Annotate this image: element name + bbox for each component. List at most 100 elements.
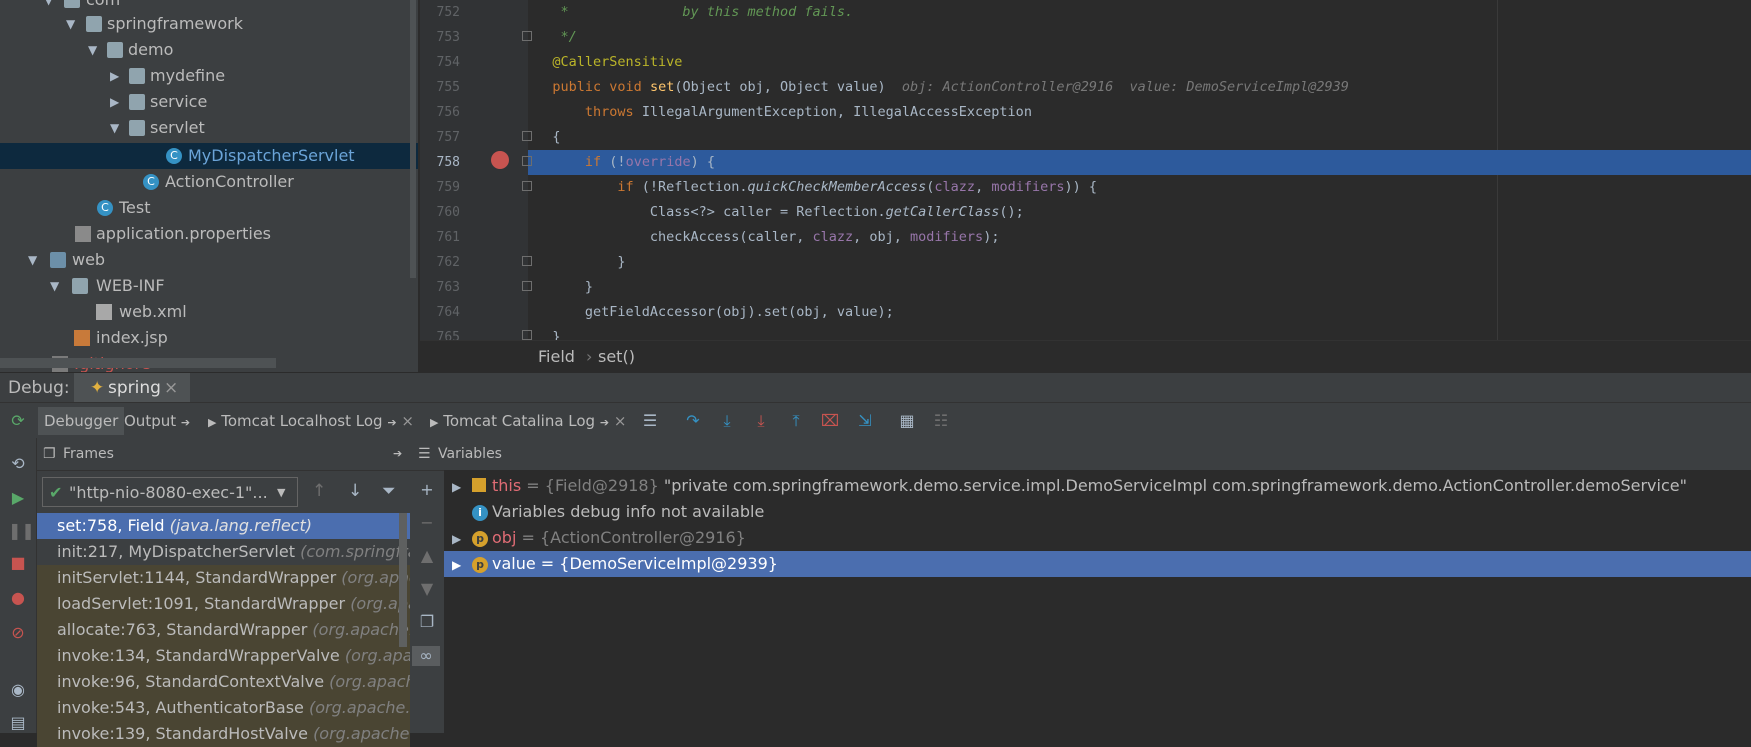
expand-arrow-icon[interactable]: ▼	[50, 273, 62, 299]
camera-icon[interactable]: ◉	[8, 680, 28, 700]
frames-scrollbar[interactable]	[399, 513, 407, 647]
tree-item-web-inf[interactable]: ▼ WEB-INF	[0, 273, 418, 299]
layout-icon[interactable]: ▤	[8, 713, 28, 733]
evaluate-expression-icon[interactable]: ▦	[897, 411, 917, 431]
expand-arrow-icon[interactable]: ▼	[66, 11, 78, 37]
expand-arrow-icon[interactable]: ▼	[110, 115, 122, 141]
stop-icon[interactable]: ■	[8, 553, 28, 573]
tree-item-mydefine[interactable]: ▶ mydefine	[0, 63, 418, 89]
code-line: getFieldAccessor(obj).set(obj, value);	[528, 304, 894, 320]
step-over-icon[interactable]: ↷	[683, 411, 703, 431]
fold-marker-icon[interactable]	[522, 156, 532, 166]
mute-breakpoints-icon[interactable]: ⊘	[8, 623, 28, 643]
move-up-icon[interactable]: ▲	[417, 546, 437, 566]
frame-row[interactable]: invoke:96, StandardContextValve (org.apa…	[37, 669, 410, 695]
tree-item-test[interactable]: C Test	[0, 195, 418, 221]
frame-row[interactable]: loadServlet:1091, StandardWrapper (org.a…	[37, 591, 410, 617]
trace-icon[interactable]: ☷	[931, 411, 951, 431]
step-into-icon[interactable]: ⤓	[717, 411, 737, 431]
arrow-down-icon[interactable]: ↓	[348, 481, 362, 501]
fold-marker-icon[interactable]	[522, 31, 532, 41]
fold-marker-icon[interactable]	[522, 256, 532, 266]
tree-scrollbar[interactable]	[410, 0, 416, 278]
tree-item-label: mydefine	[150, 66, 226, 85]
tree-item-index-jsp[interactable]: index.jsp	[0, 325, 418, 351]
expand-arrow-icon[interactable]: ▶	[110, 63, 122, 89]
expand-arrow-icon[interactable]: ▼	[88, 37, 100, 63]
drop-frame-icon[interactable]: ⌧	[820, 411, 840, 431]
force-step-into-icon[interactable]: ⤓	[751, 411, 771, 431]
tab-debugger[interactable]: Debugger	[38, 407, 125, 435]
variable-row-this[interactable]: ▶ this = {Field@2918} "private com.sprin…	[444, 473, 1751, 499]
pin-icon[interactable]: ➔	[387, 416, 396, 429]
frame-row[interactable]: invoke:543, AuthenticatorBase (org.apach…	[37, 695, 410, 721]
frame-row[interactable]: invoke:139, StandardHostValve (org.apach…	[37, 721, 410, 747]
web-folder-icon	[50, 252, 66, 268]
debug-toolwindow-header: Debug: ✦ spring ×	[0, 372, 1751, 403]
expand-arrow-icon[interactable]: ▶	[452, 474, 466, 500]
breakpoint-icon[interactable]	[491, 151, 509, 169]
arrow-up-icon[interactable]: ↑	[312, 481, 326, 501]
fold-marker-icon[interactable]	[522, 330, 532, 340]
breadcrumb: Field › set()	[420, 340, 1751, 373]
tree-item-servlet[interactable]: ▼ servlet	[0, 115, 418, 141]
tree-item-web-xml[interactable]: web.xml	[0, 299, 418, 325]
breadcrumb-class[interactable]: Field	[538, 341, 575, 373]
copy-icon[interactable]: ❐	[417, 612, 437, 632]
expand-arrow-icon[interactable]: ▼	[28, 247, 40, 273]
tab-output[interactable]: Output ➔	[118, 407, 196, 435]
thread-dropdown[interactable]: ✔ "http-nio-8080-exec-1"... ▼	[42, 477, 298, 507]
expand-arrow-icon[interactable]: ▶	[110, 89, 122, 115]
tree-item-mydispatcherservlet[interactable]: C MyDispatcherServlet	[0, 143, 418, 169]
tree-item-springframework[interactable]: ▼ springframework	[0, 11, 418, 37]
debug-session-tab[interactable]: ✦ spring ×	[74, 373, 190, 403]
xml-file-icon	[96, 304, 112, 320]
tab-catalina-label: Tomcat Catalina Log	[443, 412, 596, 430]
parameter-icon: p	[472, 556, 488, 573]
variable-row-obj[interactable]: ▶ p obj = {ActionController@2916}	[444, 525, 1751, 551]
pin-icon[interactable]: ➔	[600, 416, 609, 429]
tree-item-service[interactable]: ▶ service	[0, 89, 418, 115]
add-watch-icon[interactable]: +	[417, 480, 437, 500]
expand-arrow-icon[interactable]: ▶	[452, 526, 466, 552]
frame-row[interactable]: initServlet:1144, StandardWrapper (org.a…	[37, 565, 410, 591]
frame-row[interactable]: set:758, Field (java.lang.reflect)	[37, 513, 410, 539]
filter-icon[interactable]: ⏷	[382, 481, 396, 501]
fold-marker-icon[interactable]	[522, 131, 532, 141]
code-line: * by this method fails.	[528, 4, 854, 20]
fold-marker-icon[interactable]	[522, 181, 532, 191]
close-icon[interactable]: ×	[614, 412, 627, 430]
step-out-icon[interactable]: ⤒	[786, 411, 806, 431]
show-execution-point-icon[interactable]: ☰	[640, 411, 660, 431]
watches-toggle-icon[interactable]: ∞	[412, 646, 440, 666]
resume-icon[interactable]: ▶	[8, 488, 28, 508]
tree-item-label: service	[150, 92, 208, 111]
tree-horizontal-scrollbar[interactable]	[0, 358, 276, 368]
frame-row[interactable]: invoke:134, StandardWrapperValve (org.ap…	[37, 643, 410, 669]
tree-item-label: application.properties	[96, 224, 271, 243]
close-icon[interactable]: ×	[401, 412, 414, 430]
variable-row-value[interactable]: ▶ p value = {DemoServiceImpl@2939}	[444, 551, 1751, 577]
close-icon[interactable]: ×	[164, 373, 178, 403]
tree-item-web[interactable]: ▼ web	[0, 247, 418, 273]
view-breakpoints-icon[interactable]: ●	[8, 588, 28, 608]
breadcrumb-method[interactable]: set()	[598, 341, 635, 373]
pause-icon[interactable]: ❚❚	[8, 521, 35, 541]
expand-arrow-icon[interactable]: ▶	[452, 552, 466, 578]
tab-tomcat-localhost-log[interactable]: ▶ Tomcat Localhost Log ➔ ×	[202, 407, 420, 435]
pin-icon[interactable]: ➔	[393, 438, 402, 470]
tab-tomcat-catalina-log[interactable]: ▶ Tomcat Catalina Log ➔ ×	[424, 407, 632, 435]
move-down-icon[interactable]: ▼	[417, 579, 437, 599]
frame-row[interactable]: init:217, MyDispatcherServlet (com.sprin…	[37, 539, 410, 565]
run-to-cursor-icon[interactable]: ⇲	[855, 411, 875, 431]
fold-marker-icon[interactable]	[522, 281, 532, 291]
remove-watch-icon[interactable]: −	[417, 513, 437, 533]
frame-row[interactable]: allocate:763, StandardWrapper (org.apach…	[37, 617, 410, 643]
tree-item-demo[interactable]: ▼ demo	[0, 37, 418, 63]
restart-icon[interactable]: ⟲	[8, 454, 28, 474]
pin-icon[interactable]: ➔	[181, 416, 190, 429]
rerun-icon[interactable]: ⟳	[8, 411, 28, 431]
tree-item-label: ActionController	[165, 172, 294, 191]
tree-item-application-properties[interactable]: application.properties	[0, 221, 418, 247]
tree-item-actioncontroller[interactable]: C ActionController	[0, 169, 418, 195]
